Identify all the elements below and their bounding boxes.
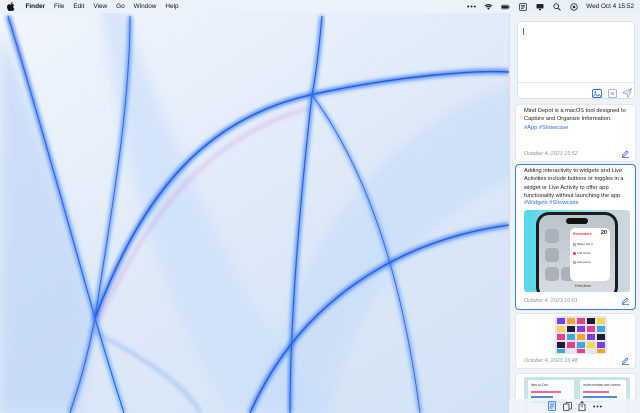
note-card[interactable]: October 4, 2023 15:48 [515, 313, 636, 369]
widget-count: 20 [600, 230, 607, 236]
clear-icon[interactable] [607, 88, 617, 98]
menu-bar-clock[interactable]: Wed Oct 4 15:52 [586, 3, 634, 10]
text-caret [523, 28, 524, 35]
menu-help[interactable]: Help [161, 0, 183, 13]
widget-title: Reminders [573, 232, 592, 236]
search-icon[interactable] [552, 2, 561, 11]
note-image-preview[interactable]: Reminders 20 Water the it Call Kevin Ann… [524, 210, 630, 292]
note-tags[interactable]: #Widgets #Showcase [524, 200, 579, 206]
battery-icon[interactable] [501, 2, 510, 11]
note-date: October 4, 2023 15:48 [524, 358, 578, 364]
widget-row: Call Kevin [573, 251, 591, 255]
note-date: October 4, 2023 15:52 [524, 151, 578, 157]
dynamic-island [566, 218, 588, 224]
copy-icon[interactable] [562, 401, 572, 411]
panel-toolbar [509, 399, 640, 413]
menu-bar: Finder File Edit View Go Window Help Wed… [0, 0, 640, 13]
apple-logo-icon[interactable] [6, 2, 15, 11]
image-icon[interactable] [592, 88, 602, 98]
more-icon[interactable] [467, 2, 476, 11]
note-card[interactable]: Mind Depot is a macOS tool designed to C… [515, 104, 636, 162]
note-text: Mind Depot is a macOS tool designed to C… [524, 108, 626, 123]
notes-icon[interactable] [547, 401, 557, 411]
note-image-preview[interactable] [555, 316, 607, 354]
send-icon[interactable] [622, 88, 632, 98]
notes-app-icon[interactable] [518, 2, 527, 11]
edit-icon[interactable] [621, 296, 630, 305]
menu-edit[interactable]: Edit [69, 0, 89, 13]
widget-row: Announce [573, 260, 591, 264]
control-center-icon[interactable] [569, 2, 578, 11]
menu-window[interactable]: Window [129, 0, 161, 13]
display-icon[interactable] [535, 2, 544, 11]
widget-footer: Feed Anne [575, 284, 591, 288]
preview-title: Item to Cart [531, 383, 548, 387]
edit-icon[interactable] [621, 356, 630, 365]
menu-file[interactable]: File [50, 0, 69, 13]
note-card-selected[interactable]: Adding interactivity to widgets and Live… [515, 164, 636, 310]
more-icon[interactable] [592, 401, 602, 411]
composer-divider [518, 82, 634, 83]
app-icon-grid-thumbnail [555, 316, 607, 354]
widget-row: Water the it [573, 242, 593, 246]
note-tags[interactable]: #App #Showcase [524, 125, 568, 131]
share-icon[interactable] [577, 401, 587, 411]
preview-title: Invite member and connec [583, 383, 621, 387]
edit-icon[interactable] [621, 149, 630, 158]
menu-go[interactable]: Go [112, 0, 130, 13]
reminders-widget: Reminders 20 Water the it Call Kevin Ann… [570, 228, 610, 281]
mind-depot-panel: Mind Depot is a macOS tool designed to C… [509, 13, 640, 413]
wifi-icon[interactable] [484, 2, 493, 11]
phone-mockup: Reminders 20 Water the it Call Kevin Ann… [536, 212, 618, 292]
menu-view[interactable]: View [89, 0, 112, 13]
note-date: October 4, 2023 10:01 [524, 298, 578, 304]
note-composer[interactable] [517, 21, 635, 99]
note-text: Adding interactivity to widgets and Live… [524, 168, 624, 200]
menu-app-name[interactable]: Finder [21, 0, 50, 13]
